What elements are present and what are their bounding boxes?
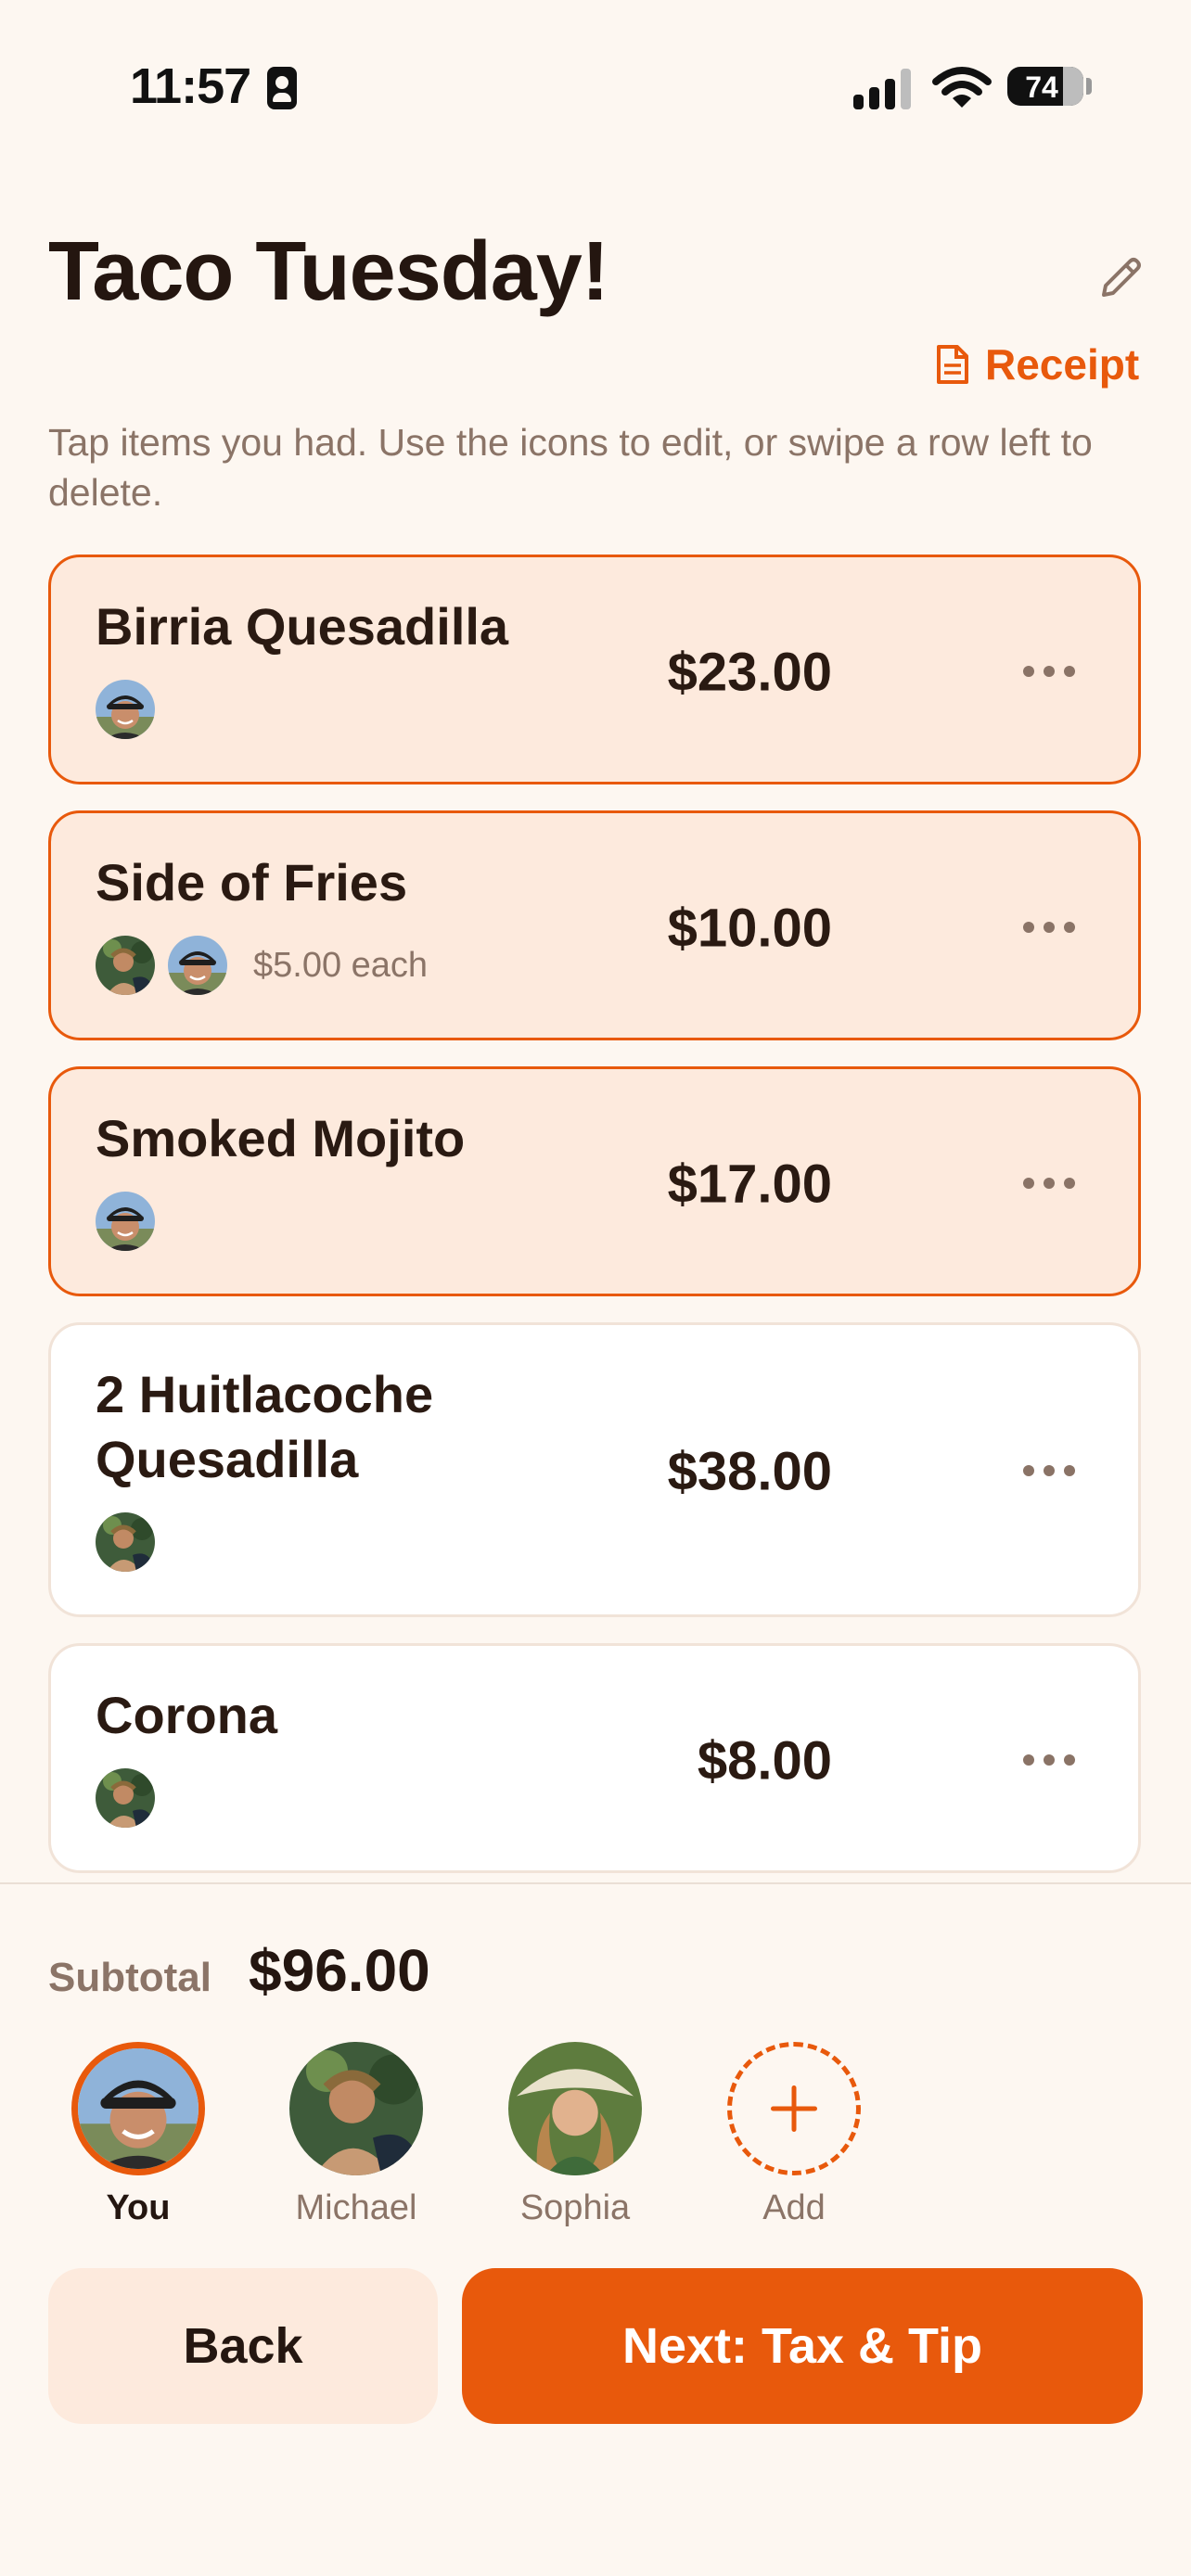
battery-icon: 74 [1007,67,1083,106]
line-item[interactable]: Smoked Mojito $17.00 [48,1066,1141,1296]
item-name: 2 Huitlacoche Quesadilla [96,1362,433,1492]
item-name: Smoked Mojito [96,1109,466,1167]
person-sophia[interactable]: Sophia [506,2042,645,2228]
plus-icon [727,2042,861,2175]
more-options-icon[interactable] [1023,1178,1075,1191]
add-label: Add [762,2188,826,2227]
subtotal-label: Subtotal [48,1955,211,2000]
avatar-michael [96,936,155,995]
item-price: $8.00 [697,1730,832,1792]
item-assignees: $5.00 each [96,936,428,995]
person-name: You [106,2188,171,2227]
add-person-button[interactable]: Add [724,2042,864,2228]
focus-person-icon [267,67,297,109]
person-michael[interactable]: Michael [287,2042,426,2228]
avatar-michael [96,1512,155,1572]
status-time: 11:57 [130,58,251,114]
line-item[interactable]: Birria Quesadilla $23.00 [48,555,1141,784]
person-name: Michael [295,2188,417,2227]
receipt-link[interactable]: Receipt [933,339,1139,389]
more-options-icon[interactable] [1023,666,1075,679]
avatar-you [96,680,155,739]
back-button[interactable]: Back [48,2268,438,2424]
more-options-icon[interactable] [1023,1754,1075,1767]
item-name-line1: 2 Huitlacoche [96,1365,434,1423]
edit-pencil-icon[interactable] [1095,252,1146,304]
item-assignees [96,1512,155,1572]
item-name: Birria Quesadilla [96,597,509,656]
avatar [71,2042,205,2175]
avatar-michael [96,1768,155,1828]
line-item[interactable]: Side of Fries $5.00 each $10.00 [48,810,1141,1040]
person-you[interactable]: You [69,2042,208,2228]
cellular-signal-icon [853,69,915,109]
instructions-text: Tap items you had. Use the icons to edit… [48,421,1093,514]
avatar-you [168,936,227,995]
item-price: $17.00 [667,1154,832,1215]
item-price: $38.00 [667,1441,832,1502]
more-options-icon[interactable] [1023,922,1075,935]
wifi-icon [932,67,992,108]
status-bar: 11:57 74 [0,0,1191,176]
item-name: Corona [96,1686,277,1744]
avatar-you [96,1192,155,1251]
person-name: Sophia [519,2188,631,2227]
divider [0,1882,1191,1884]
avatar [508,2042,642,2175]
item-assignees [96,680,155,739]
line-item[interactable]: Corona $8.00 [48,1643,1141,1873]
next-tax-tip-button[interactable]: Next: Tax & Tip [462,2268,1143,2424]
per-person-price: $5.00 each [253,945,429,985]
item-name-line2: Quesadilla [96,1430,359,1488]
item-price: $23.00 [667,642,832,703]
battery-level: 74 [1025,70,1058,104]
item-name: Side of Fries [96,853,408,912]
item-assignees [96,1768,155,1828]
page-title: Taco Tuesday! [48,225,609,318]
item-assignees [96,1192,155,1251]
subtotal-value: $96.00 [249,1937,430,2004]
line-item[interactable]: 2 Huitlacoche Quesadilla $38.00 [48,1322,1141,1617]
receipt-label: Receipt [985,340,1140,389]
document-icon [937,345,968,384]
more-options-icon[interactable] [1023,1465,1075,1478]
item-price: $10.00 [667,898,832,959]
avatar [289,2042,423,2175]
